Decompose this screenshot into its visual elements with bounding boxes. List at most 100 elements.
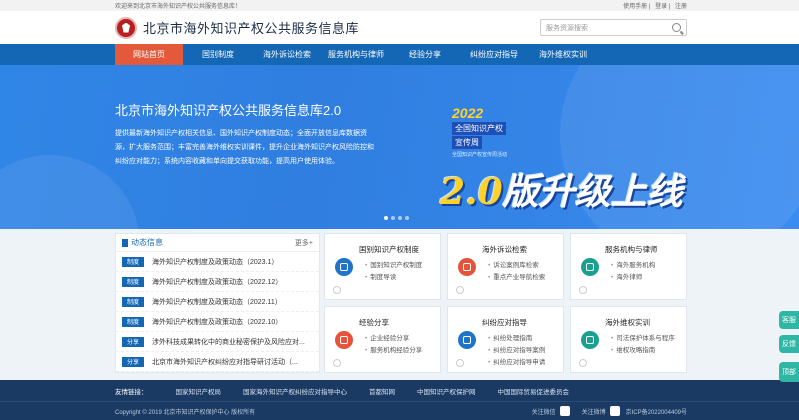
search-placeholder: 服务资源搜索 [546, 23, 588, 33]
card-link[interactable]: 海外服务机构 [611, 260, 655, 272]
follow-wechat-label: 关注微信 [532, 407, 556, 416]
customer-service-button[interactable]: 客服 [779, 311, 799, 329]
hero-banner[interactable]: 北京市海外知识产权公共服务信息库2.0 提供最新海外知识产权相关信息、国外知识产… [0, 65, 799, 229]
list-item[interactable]: 制度海外知识产权制度及政策动态（2022.12） [116, 272, 319, 292]
friend-link[interactable]: 中国国际贸易促进委员会 [498, 386, 570, 396]
list-item[interactable]: 分享涉外科技成果转化中的商业秘密保护及风险应对... [116, 332, 319, 352]
carousel-dot[interactable] [398, 216, 402, 220]
list-item[interactable]: 制度海外知识产权制度及政策动态（2022.10） [116, 312, 319, 332]
nav-litigation-search[interactable]: 海外诉讼检索 [253, 44, 321, 65]
news-text[interactable]: 海外知识产权制度及政策动态（2023.1） [152, 257, 278, 267]
nav-agencies-lawyers[interactable]: 服务机构与律师 [322, 44, 390, 65]
card-title: 经验分享 [359, 317, 389, 328]
login-link[interactable]: 登录 [655, 4, 667, 10]
card-title: 国别知识产权制度 [359, 244, 419, 255]
nav-rights-training[interactable]: 海外维权实训 [529, 44, 597, 65]
upgrade-headline: 2.0版升级上线 [440, 163, 683, 215]
logo-emblem-icon [115, 17, 137, 39]
list-item[interactable]: 制度海外知识产权制度及政策动态（2022.11） [116, 292, 319, 312]
badge-line1: 全国知识产权 [452, 122, 506, 135]
card-link[interactable]: 海外律师 [611, 272, 655, 284]
news-tag: 分享 [122, 357, 144, 367]
search-input[interactable]: 服务资源搜索 [540, 19, 687, 36]
card-links: 纠纷处理指南 纠纷应对指导案例 纠纷应对指导申请 [488, 333, 545, 369]
news-more-link[interactable]: 更多+ [295, 238, 313, 248]
news-text[interactable]: 海外知识产权制度及政策动态（2022.10） [152, 317, 282, 327]
card-link[interactable]: 制度导读 [365, 272, 422, 284]
register-link[interactable]: 注册 [675, 4, 687, 10]
arrow-icon[interactable] [333, 286, 341, 294]
card-link[interactable]: 国别知识产权制度 [365, 260, 422, 272]
news-text[interactable]: 海外知识产权制度及政策动态（2022.11） [152, 297, 282, 307]
card-links: 企业经验分享 服务机构经验分享 [365, 333, 422, 357]
friend-links-label: 友情链接： [115, 386, 148, 396]
friend-link[interactable]: 首都知网 [369, 386, 395, 396]
arrow-icon[interactable] [579, 359, 587, 367]
top-icon: 顶部 [782, 367, 796, 377]
card-dispute-guidance[interactable]: 纠纷应对指导 纠纷处理指南 纠纷应对指导案例 纠纷应对指导申请 [447, 306, 564, 373]
card-links: 司法保护体系与程序 维权攻略指南 [611, 333, 675, 357]
arrow-icon[interactable] [333, 359, 341, 367]
card-link[interactable]: 纠纷应对指导案例 [488, 345, 545, 357]
main-content: 动态信息 更多+ 制度海外知识产权制度及政策动态（2023.1） 制度海外知识产… [0, 229, 799, 377]
follow-wechat[interactable]: 关注微信 [526, 406, 570, 416]
icp-number[interactable]: 京ICP备2022004409号 [626, 407, 687, 416]
training-icon [581, 331, 599, 349]
card-link[interactable]: 诉讼案例库检索 [488, 260, 545, 272]
card-title: 纠纷应对指导 [482, 317, 527, 328]
carousel-dot[interactable] [384, 216, 388, 220]
wechat-qr-icon [560, 406, 570, 416]
carousel-dot[interactable] [391, 216, 395, 220]
friend-link[interactable]: 国家海外知识产权纠纷应对指导中心 [243, 386, 347, 396]
card-litigation-search[interactable]: 海外诉讼检索 诉讼案例库检索 重点产业导航检索 [447, 233, 564, 300]
card-link[interactable]: 维权攻略指南 [611, 345, 675, 357]
site-logo[interactable]: 北京市海外知识产权公共服务信息库 [115, 17, 359, 39]
back-to-top-button[interactable]: 顶部 [779, 362, 799, 382]
version-number: 2.0 [440, 171, 503, 213]
card-link[interactable]: 纠纷处理指南 [488, 333, 545, 345]
card-link[interactable]: 司法保护体系与程序 [611, 333, 675, 345]
site-title: 北京市海外知识产权公共服务信息库 [143, 18, 359, 37]
news-title-icon [122, 239, 128, 247]
arrow-icon[interactable] [579, 286, 587, 294]
friend-link[interactable]: 国家知识产权局 [176, 386, 222, 396]
search-icon[interactable] [672, 23, 681, 32]
list-item[interactable]: 制度海外知识产权制度及政策动态（2023.1） [116, 252, 319, 272]
badge-small: 全国知识产权宣传周活动 [452, 151, 534, 158]
list-item[interactable]: 分享北京市海外知识产权纠纷应对指导研讨活动（... [116, 352, 319, 372]
friend-link[interactable]: 中国知识产权保护网 [417, 386, 476, 396]
card-link[interactable]: 企业经验分享 [365, 333, 422, 345]
news-title-text: 动态信息 [131, 237, 163, 248]
feedback-button[interactable]: 反馈 [779, 335, 799, 353]
news-tag: 制度 [122, 317, 144, 327]
card-experience[interactable]: 经验分享 企业经验分享 服务机构经验分享 [324, 306, 441, 373]
card-rights-training[interactable]: 海外维权实训 司法保护体系与程序 维权攻略指南 [570, 306, 687, 373]
news-text[interactable]: 北京市海外知识产权纠纷应对指导研讨活动（... [152, 357, 298, 367]
card-country-system[interactable]: 国别知识产权制度 国别知识产权制度 制度导读 [324, 233, 441, 300]
card-agencies-lawyers[interactable]: 服务机构与律师 海外服务机构 海外律师 [570, 233, 687, 300]
weibo-icon [610, 406, 620, 416]
nav-dispute-guidance[interactable]: 纠纷应对指导 [460, 44, 528, 65]
news-tag: 制度 [122, 277, 144, 287]
follow-weibo-label: 关注微博 [582, 407, 606, 416]
nav-home[interactable]: 网站首页 [115, 44, 183, 65]
news-tag: 分享 [122, 337, 144, 347]
arrow-icon[interactable] [456, 359, 464, 367]
card-link[interactable]: 重点产业导航检索 [488, 272, 545, 284]
follow-weibo[interactable]: 关注微博 [576, 406, 620, 416]
upgrade-text: 版升级上线 [503, 171, 683, 213]
nav-experience[interactable]: 经验分享 [391, 44, 459, 65]
arrow-icon[interactable] [456, 286, 464, 294]
banner-title: 北京市海外知识产权公共服务信息库2.0 [115, 100, 341, 119]
nav-country-system[interactable]: 国别制度 [184, 44, 252, 65]
card-links: 海外服务机构 海外律师 [611, 260, 655, 284]
carousel-dot[interactable] [405, 216, 409, 220]
news-text[interactable]: 海外知识产权制度及政策动态（2022.12） [152, 277, 282, 287]
service-icon: 客服 [782, 315, 796, 325]
news-text[interactable]: 涉外科技成果转化中的商业秘密保护及风险应对... [152, 337, 305, 347]
card-link[interactable]: 服务机构经验分享 [365, 345, 422, 357]
news-panel: 动态信息 更多+ 制度海外知识产权制度及政策动态（2023.1） 制度海外知识产… [115, 233, 320, 373]
main-nav: 网站首页 国别制度 海外诉讼检索 服务机构与律师 经验分享 纠纷应对指导 海外维… [0, 44, 799, 65]
card-link[interactable]: 纠纷应对指导申请 [488, 357, 545, 369]
manual-link[interactable]: 使用手册 [623, 4, 647, 10]
